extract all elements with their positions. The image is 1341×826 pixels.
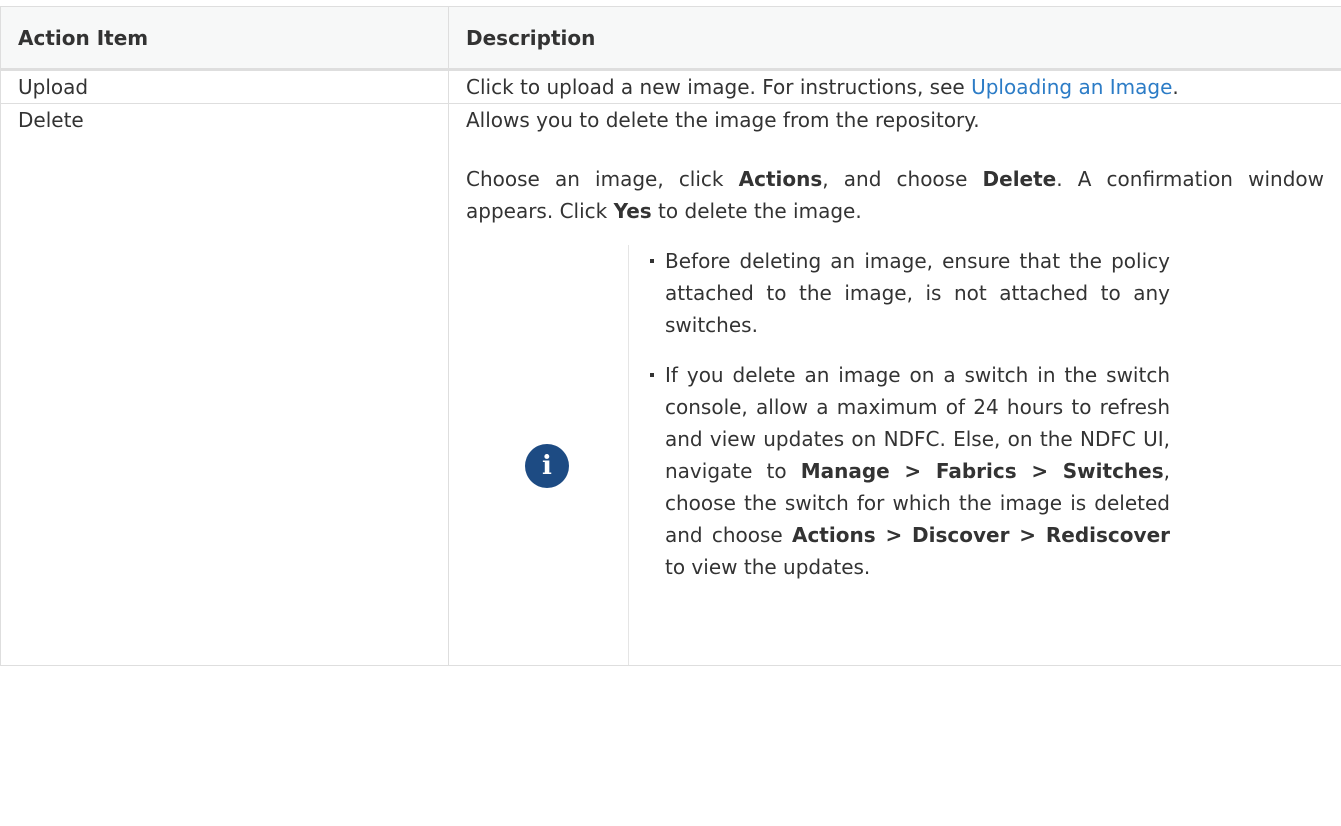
- text-run: to view the updates.: [665, 555, 871, 579]
- bold-delete: Delete: [982, 167, 1057, 191]
- description-cell-delete: Allows you to delete the image from the …: [448, 103, 1341, 666]
- column-header-action-item: Action Item: [0, 6, 449, 71]
- description-cell-upload: Click to upload a new image. For instruc…: [448, 69, 1341, 104]
- note-icon-column: i: [466, 245, 629, 665]
- uploading-an-image-link[interactable]: Uploading an Image: [971, 75, 1172, 99]
- bold-actions-path: Actions > Discover > Rediscover: [791, 523, 1170, 547]
- info-icon: i: [525, 444, 569, 488]
- action-items-table: Action Item Description Upload Click to …: [0, 6, 1341, 666]
- bold-nav-path: Manage > Fabrics > Switches: [800, 459, 1164, 483]
- table-row: Delete Allows you to delete the image fr…: [0, 103, 1341, 666]
- upload-description-text: Click to upload a new image. For instruc…: [466, 75, 972, 99]
- note-list: Before deleting an image, ensure that th…: [629, 245, 1170, 665]
- text-run: to delete the image.: [651, 199, 862, 223]
- delete-description-para: Allows you to delete the image from the …: [466, 108, 980, 132]
- list-item: Before deleting an image, ensure that th…: [650, 245, 1170, 341]
- table-header-row: Action Item Description: [0, 6, 1341, 71]
- bold-actions: Actions: [738, 167, 823, 191]
- note-block: i Before deleting an image, ensure that …: [466, 245, 1324, 665]
- list-item: If you delete an image on a switch in th…: [650, 359, 1170, 583]
- text-run: , and choose: [822, 167, 983, 191]
- delete-instructions-para: Choose an image, click Actions, and choo…: [466, 163, 1324, 227]
- action-cell-delete: Delete: [0, 103, 449, 666]
- column-header-description: Description: [448, 6, 1341, 71]
- text-run: Choose an image, click: [466, 167, 739, 191]
- upload-description-end: .: [1172, 75, 1179, 99]
- table-row: Upload Click to upload a new image. For …: [0, 69, 1341, 104]
- action-cell-upload: Upload: [0, 69, 449, 104]
- bold-yes: Yes: [613, 199, 652, 223]
